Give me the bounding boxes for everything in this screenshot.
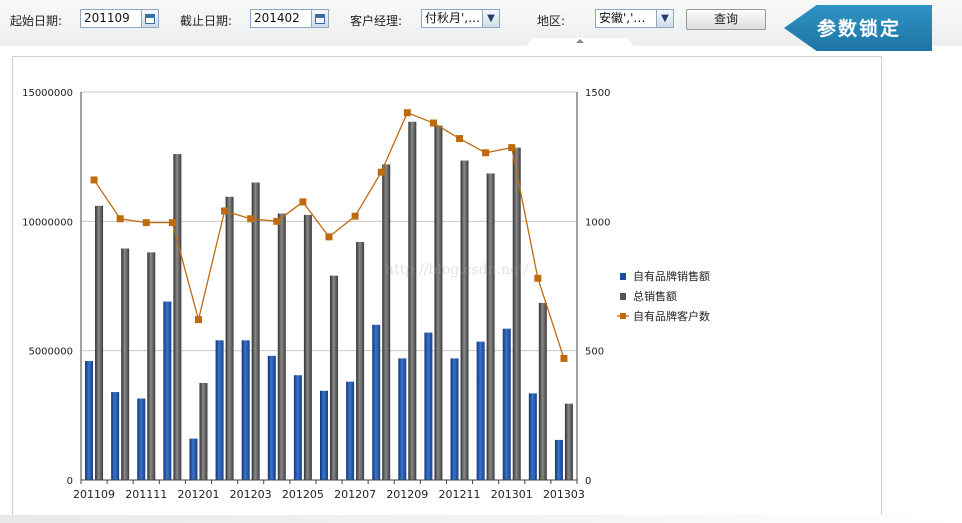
x-axis-tick-label: 201109 xyxy=(73,488,115,501)
x-axis-tick-label: 201201 xyxy=(177,488,219,501)
point-own-brand-customers xyxy=(273,217,281,225)
point-own-brand-customers xyxy=(221,207,229,215)
left-axis-tick-label: 15000000 xyxy=(22,88,73,99)
x-axis-tick-label: 201211 xyxy=(439,488,481,501)
x-axis-tick-label: 201301 xyxy=(491,488,533,501)
bar-own-brand-sales xyxy=(554,439,563,480)
point-own-brand-customers xyxy=(377,168,385,176)
right-axis-tick-label: 1500 xyxy=(585,88,610,99)
bar-total-sales xyxy=(147,252,156,480)
point-own-brand-customers xyxy=(403,109,411,117)
bar-own-brand-sales xyxy=(372,324,381,480)
left-axis-tick-label: 5000000 xyxy=(28,347,73,358)
point-own-brand-customers xyxy=(116,215,124,223)
bar-total-sales xyxy=(173,154,182,480)
x-axis-tick-label: 201207 xyxy=(334,488,376,501)
legend-label: 总销售额 xyxy=(633,289,677,303)
right-axis-tick-label: 1000 xyxy=(585,217,610,228)
bar-total-sales xyxy=(225,196,234,480)
right-axis-tick-label: 0 xyxy=(585,476,591,487)
bar-total-sales xyxy=(486,173,495,481)
x-axis-tick-label: 201209 xyxy=(386,488,428,501)
bar-own-brand-sales xyxy=(424,332,433,480)
bar-own-brand-sales xyxy=(450,358,459,480)
point-own-brand-customers xyxy=(168,219,176,227)
point-own-brand-customers xyxy=(429,119,437,127)
point-own-brand-customers xyxy=(508,144,516,152)
bar-own-brand-sales xyxy=(241,340,250,480)
left-axis-tick-label: 10000000 xyxy=(22,217,73,228)
bar-total-sales xyxy=(382,164,391,480)
point-own-brand-customers xyxy=(194,316,202,324)
bar-total-sales xyxy=(277,213,286,480)
point-own-brand-customers xyxy=(90,176,98,184)
right-axis-tick-label: 500 xyxy=(585,347,604,358)
bar-own-brand-sales xyxy=(528,393,537,480)
legend-swatch xyxy=(620,273,626,280)
x-axis-tick-label: 201205 xyxy=(282,488,324,501)
bar-own-brand-sales xyxy=(502,328,511,480)
bar-total-sales xyxy=(564,403,573,480)
bar-total-sales xyxy=(512,147,521,480)
left-axis-tick-label: 0 xyxy=(67,476,73,487)
bar-own-brand-sales xyxy=(320,390,328,480)
legend-label: 自有品牌销售额 xyxy=(633,269,710,283)
bar-total-sales xyxy=(121,248,130,480)
x-axis-tick-label: 201203 xyxy=(230,488,272,501)
point-own-brand-customers xyxy=(482,149,490,157)
bar-total-sales xyxy=(95,205,104,480)
bar-own-brand-sales xyxy=(346,381,355,480)
bar-total-sales xyxy=(303,214,312,480)
bar-own-brand-sales xyxy=(398,358,407,480)
bar-own-brand-sales xyxy=(163,301,172,480)
point-own-brand-customers xyxy=(325,233,333,241)
bar-own-brand-sales xyxy=(476,341,485,480)
bar-own-brand-sales xyxy=(189,438,198,480)
bar-total-sales xyxy=(251,182,260,481)
legend-swatch xyxy=(620,313,626,319)
bar-total-sales xyxy=(408,121,417,480)
legend-swatch xyxy=(620,293,626,300)
bar-total-sales xyxy=(199,383,208,480)
point-own-brand-customers xyxy=(534,274,542,282)
bar-total-sales xyxy=(538,302,547,480)
x-axis-tick-label: 201303 xyxy=(543,488,585,501)
point-own-brand-customers xyxy=(142,219,150,227)
point-own-brand-customers xyxy=(456,135,464,143)
point-own-brand-customers xyxy=(247,215,255,223)
point-own-brand-customers xyxy=(299,198,307,206)
bar-total-sales xyxy=(434,125,443,481)
bar-total-sales xyxy=(460,160,469,480)
point-own-brand-customers xyxy=(560,354,568,362)
bar-own-brand-sales xyxy=(293,375,302,480)
bar-own-brand-sales xyxy=(111,392,120,480)
bar-total-sales xyxy=(356,242,365,480)
bar-own-brand-sales xyxy=(85,361,94,480)
legend-label: 自有品牌客户数 xyxy=(633,309,710,323)
watermark-text: http://blog.csdn.net/ xyxy=(385,262,529,278)
bar-total-sales xyxy=(330,275,338,480)
bar-own-brand-sales xyxy=(137,398,146,480)
bar-own-brand-sales xyxy=(215,340,224,480)
bar-own-brand-sales xyxy=(267,355,276,480)
x-axis-tick-label: 201111 xyxy=(125,488,167,501)
point-own-brand-customers xyxy=(351,212,359,220)
